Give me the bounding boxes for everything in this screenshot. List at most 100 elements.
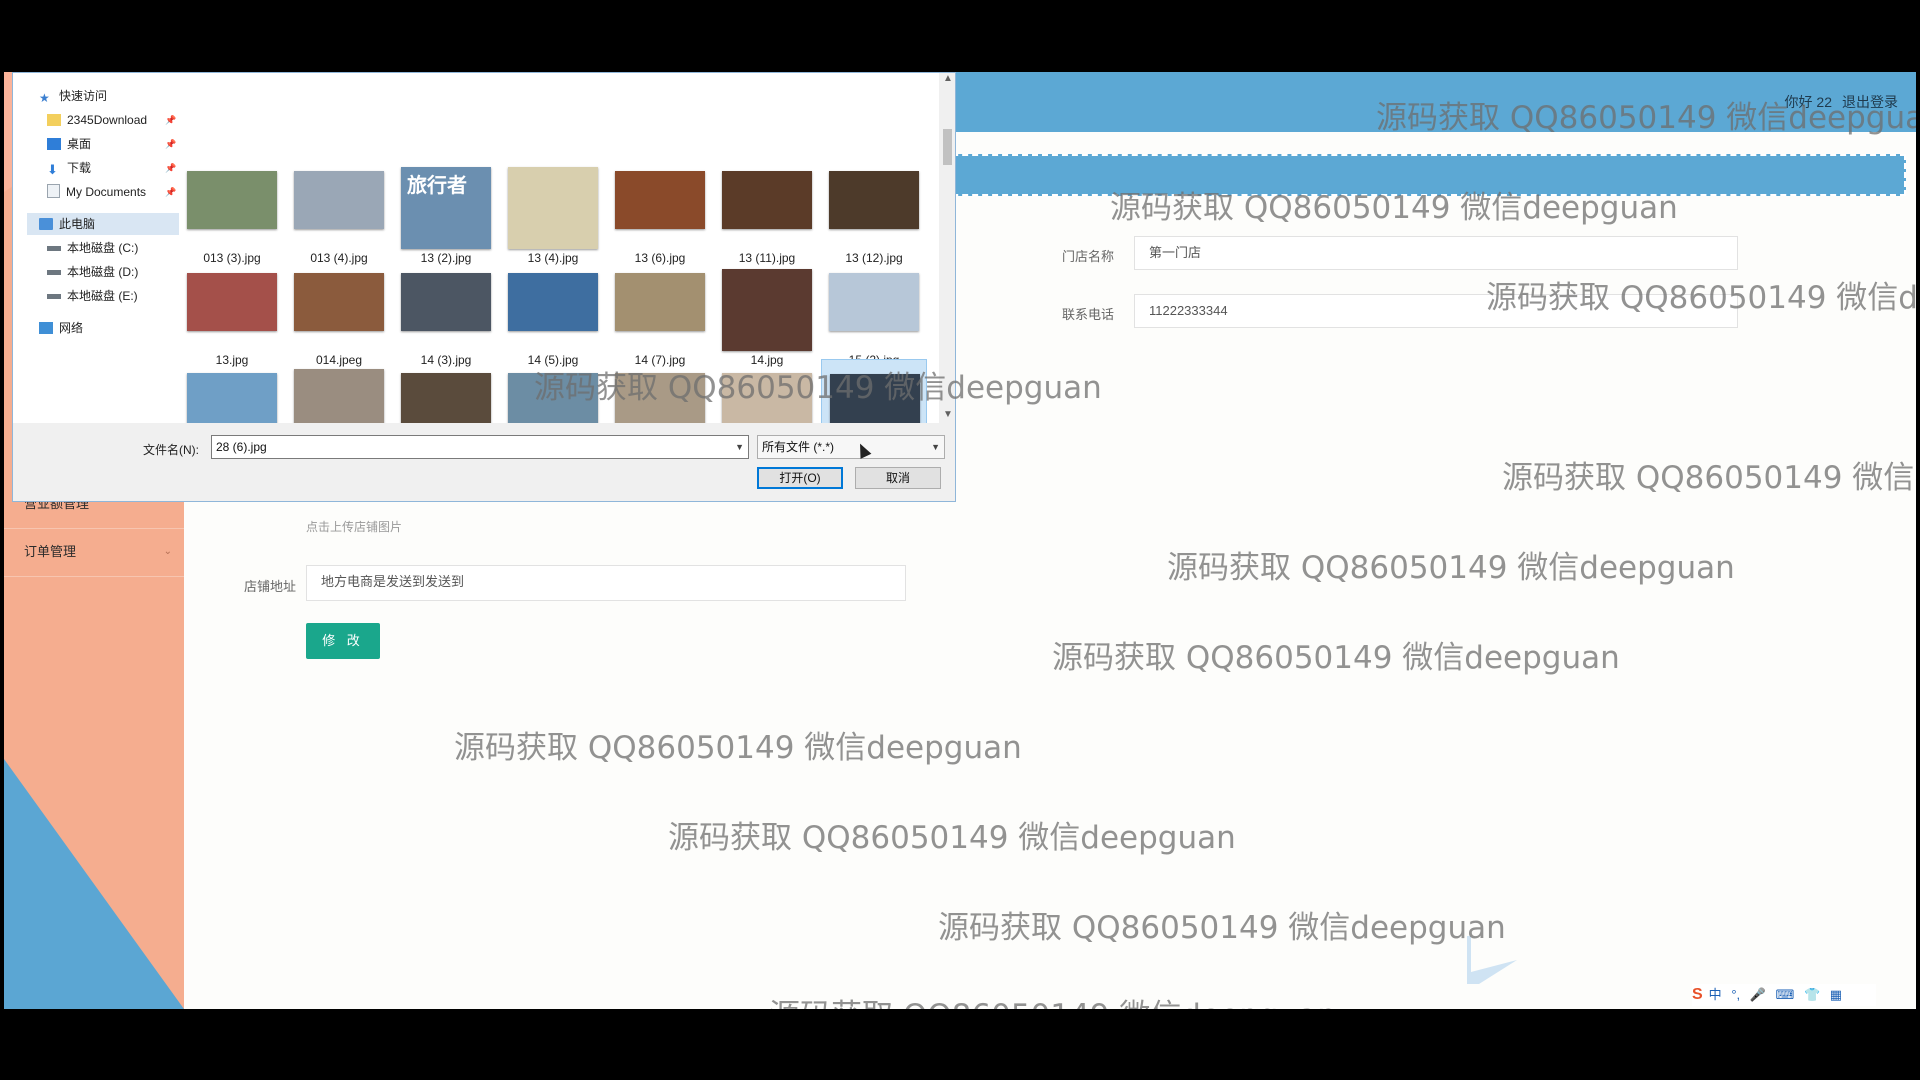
nav-label: 2345Download <box>67 113 148 127</box>
nav-drive-d[interactable]: 本地磁盘 (D:) <box>47 261 138 283</box>
nav-quick-access[interactable]: ★ 快速访问 <box>39 85 107 107</box>
chevron-down-icon[interactable]: ▼ <box>735 436 744 458</box>
nav-drive-e[interactable]: 本地磁盘 (E:) <box>47 285 138 307</box>
chevron-down-icon: ⌄ <box>163 546 172 557</box>
cancel-button[interactable]: 取消 <box>855 467 941 489</box>
file-thumbnail[interactable]: 15.jpg <box>286 359 392 423</box>
open-button[interactable]: 打开(O) <box>757 467 843 489</box>
sidebar-item-label: 订单管理 <box>24 544 77 559</box>
watermark-text: 源码获取 QQ86050149 微信deepguan <box>1376 100 1916 136</box>
file-preview-image <box>187 373 277 423</box>
nav-label: 本地磁盘 (D:) <box>67 265 139 279</box>
pin-icon: 📌 <box>165 163 177 173</box>
grid-icon[interactable]: ▦ <box>1830 987 1842 1002</box>
store-name-field[interactable]: 第一门店 <box>1134 236 1738 270</box>
nav-this-pc[interactable]: 此电脑 <box>39 213 95 235</box>
star-icon: ★ <box>39 91 50 105</box>
watermark-text: 源码获取 QQ86050149 微信deepguan <box>1052 640 1620 676</box>
store-name-label: 门店名称 <box>1061 249 1114 264</box>
file-thumbnail[interactable]: 14 (7).jpg <box>607 259 713 367</box>
file-preview-image <box>187 171 277 229</box>
file-thumbnail[interactable]: 13 (4).jpg <box>500 157 606 265</box>
file-preview-image <box>829 171 919 229</box>
phone-label: 联系电话 <box>1061 307 1114 322</box>
filetype-value: 所有文件 (*.*) <box>762 440 835 454</box>
document-icon <box>47 184 60 198</box>
address-label: 店铺地址 <box>243 579 296 594</box>
nav-label: 本地磁盘 (E:) <box>67 289 138 303</box>
file-preview-image <box>508 273 598 331</box>
file-thumbnail[interactable]: 13.jpg <box>179 259 285 367</box>
watermark-text: 源码获取 QQ86050149 微信deepguan <box>1502 460 1916 496</box>
file-preview-image <box>722 171 812 229</box>
ime-mode[interactable]: 中 <box>1709 987 1722 1002</box>
file-thumbnail[interactable]: 13 (11).jpg <box>714 157 820 265</box>
keyboard-icon[interactable]: ⌨ <box>1776 987 1795 1002</box>
file-preview-image: 旅行者 <box>401 167 491 249</box>
drive-icon <box>47 294 61 299</box>
file-thumbnail[interactable]: 15 (2).jpg <box>821 259 927 367</box>
folder-icon <box>47 114 61 126</box>
nav-label: 网络 <box>59 321 84 335</box>
nav-label: 下载 <box>67 161 92 175</box>
file-preview-image <box>615 273 705 331</box>
file-thumbnail[interactable]: 013 (4).jpg <box>286 157 392 265</box>
filename-value: 28 (6).jpg <box>216 440 267 454</box>
file-thumbnail[interactable]: 13 (12).jpg <box>821 157 927 265</box>
skin-icon[interactable]: 👕 <box>1804 987 1820 1002</box>
pin-icon: 📌 <box>165 139 177 149</box>
scrollbar-thumb[interactable] <box>943 129 952 165</box>
computer-icon <box>39 218 53 230</box>
watermark-text: 源码获取 QQ86050149 微信deepguan <box>1167 550 1735 586</box>
preview-caption: 旅行者 <box>407 175 467 197</box>
watermark-text: 源码获取 QQ86050149 微信deepguan <box>668 820 1236 856</box>
file-preview-image <box>294 273 384 331</box>
file-thumbnail[interactable]: 014.jpeg <box>286 259 392 367</box>
address-field[interactable]: 地方电商是发送到发送到 <box>306 565 906 601</box>
file-preview-image <box>187 273 277 331</box>
scroll-up-icon[interactable]: ▲ <box>943 73 953 84</box>
nav-network[interactable]: 网络 <box>39 317 83 339</box>
microphone-icon[interactable]: 🎤 <box>1750 987 1766 1002</box>
file-preview-image <box>508 167 598 249</box>
watermark-text: 源码获取 QQ86050149 微信deepguan <box>938 910 1506 946</box>
navigation-pane: ★ 快速访问 2345Download 📌 桌面 📌 ⬇ 下载 📌 My Document… <box>13 73 179 423</box>
watermark-text: 源码获取 QQ86050149 微信deepguan <box>534 370 1102 406</box>
file-preview-image <box>401 273 491 331</box>
file-thumbnail[interactable]: 14 (5).jpg <box>500 259 606 367</box>
file-preview-image <box>615 171 705 229</box>
nav-label: 本地磁盘 (C:) <box>67 241 139 255</box>
network-icon <box>39 322 53 334</box>
nav-label: 此电脑 <box>59 217 96 231</box>
pin-icon: 📌 <box>165 187 177 197</box>
file-thumbnail[interactable]: 旅行者 13 (2).jpg <box>393 157 499 265</box>
file-thumbnail[interactable]: 17.jpg <box>393 359 499 423</box>
watermark-text: 源码获取 QQ86050149 微信deepguan <box>1486 280 1916 316</box>
file-preview-image <box>294 171 384 229</box>
nav-label: 快速访问 <box>59 89 108 103</box>
watermark-text: 源码获取 QQ86050149 微信deepguan <box>769 990 1337 1009</box>
scroll-down-icon[interactable]: ▼ <box>943 409 953 420</box>
drive-icon <box>47 270 61 275</box>
filename-input[interactable]: 28 (6).jpg ▼ <box>211 435 749 459</box>
file-thumbnail[interactable]: 013 (3).jpg <box>179 157 285 265</box>
upload-image-hint[interactable]: 点击上传店铺图片 <box>306 518 402 535</box>
sogou-icon: S <box>1692 986 1703 1003</box>
sidebar-decoration-bottom <box>4 759 184 1009</box>
pin-icon: 📌 <box>165 115 177 125</box>
file-thumbnail[interactable]: 13 (6).jpg <box>607 157 713 265</box>
nav-label: My Documents <box>66 185 147 199</box>
filename-label: 文件名(N): <box>143 443 199 457</box>
punctuation-icon[interactable]: °, <box>1731 987 1740 1002</box>
file-thumbnail[interactable]: 14 (3).jpg <box>393 259 499 367</box>
ime-toolbar[interactable]: S中 °, 🎤 ⌨ 👕 ▦ <box>1692 984 1876 1006</box>
file-thumbnail[interactable]: 14.jpg <box>714 259 820 367</box>
modify-button[interactable]: 修 改 <box>306 623 380 659</box>
nav-drive-c[interactable]: 本地磁盘 (C:) <box>47 237 138 259</box>
filetype-select[interactable]: 所有文件 (*.*) ▼ <box>757 435 945 459</box>
file-thumbnail[interactable]: 15 (3).jpg <box>179 359 285 423</box>
chevron-down-icon[interactable]: ▼ <box>931 436 940 458</box>
nav-label: 桌面 <box>67 137 92 151</box>
file-open-dialog: ★ 快速访问 2345Download 📌 桌面 📌 ⬇ 下载 📌 My Document… <box>12 72 956 502</box>
sidebar-item-orders[interactable]: 订单管理 ⌄ <box>4 528 184 577</box>
